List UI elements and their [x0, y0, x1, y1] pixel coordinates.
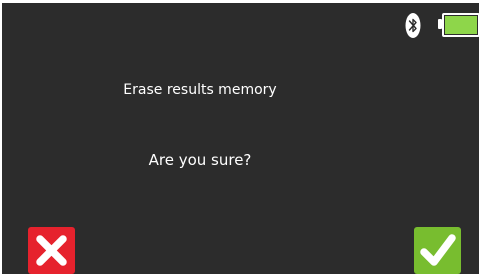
confirmation-question: Are you sure? [148, 151, 252, 169]
cross-icon [36, 235, 67, 266]
dialog-title: Erase results memory [123, 82, 277, 98]
frame-top-edge [0, 0, 481, 3]
bluetooth-icon [405, 12, 421, 39]
frame-left-edge [0, 0, 2, 277]
confirm-button[interactable] [414, 227, 461, 274]
cancel-button[interactable] [28, 227, 75, 274]
device-screen: Erase results memory Are you sure? [0, 0, 481, 277]
battery-body [442, 13, 480, 37]
checkmark-icon [420, 234, 456, 266]
battery-level-fill [445, 16, 477, 34]
battery-icon [438, 13, 480, 37]
